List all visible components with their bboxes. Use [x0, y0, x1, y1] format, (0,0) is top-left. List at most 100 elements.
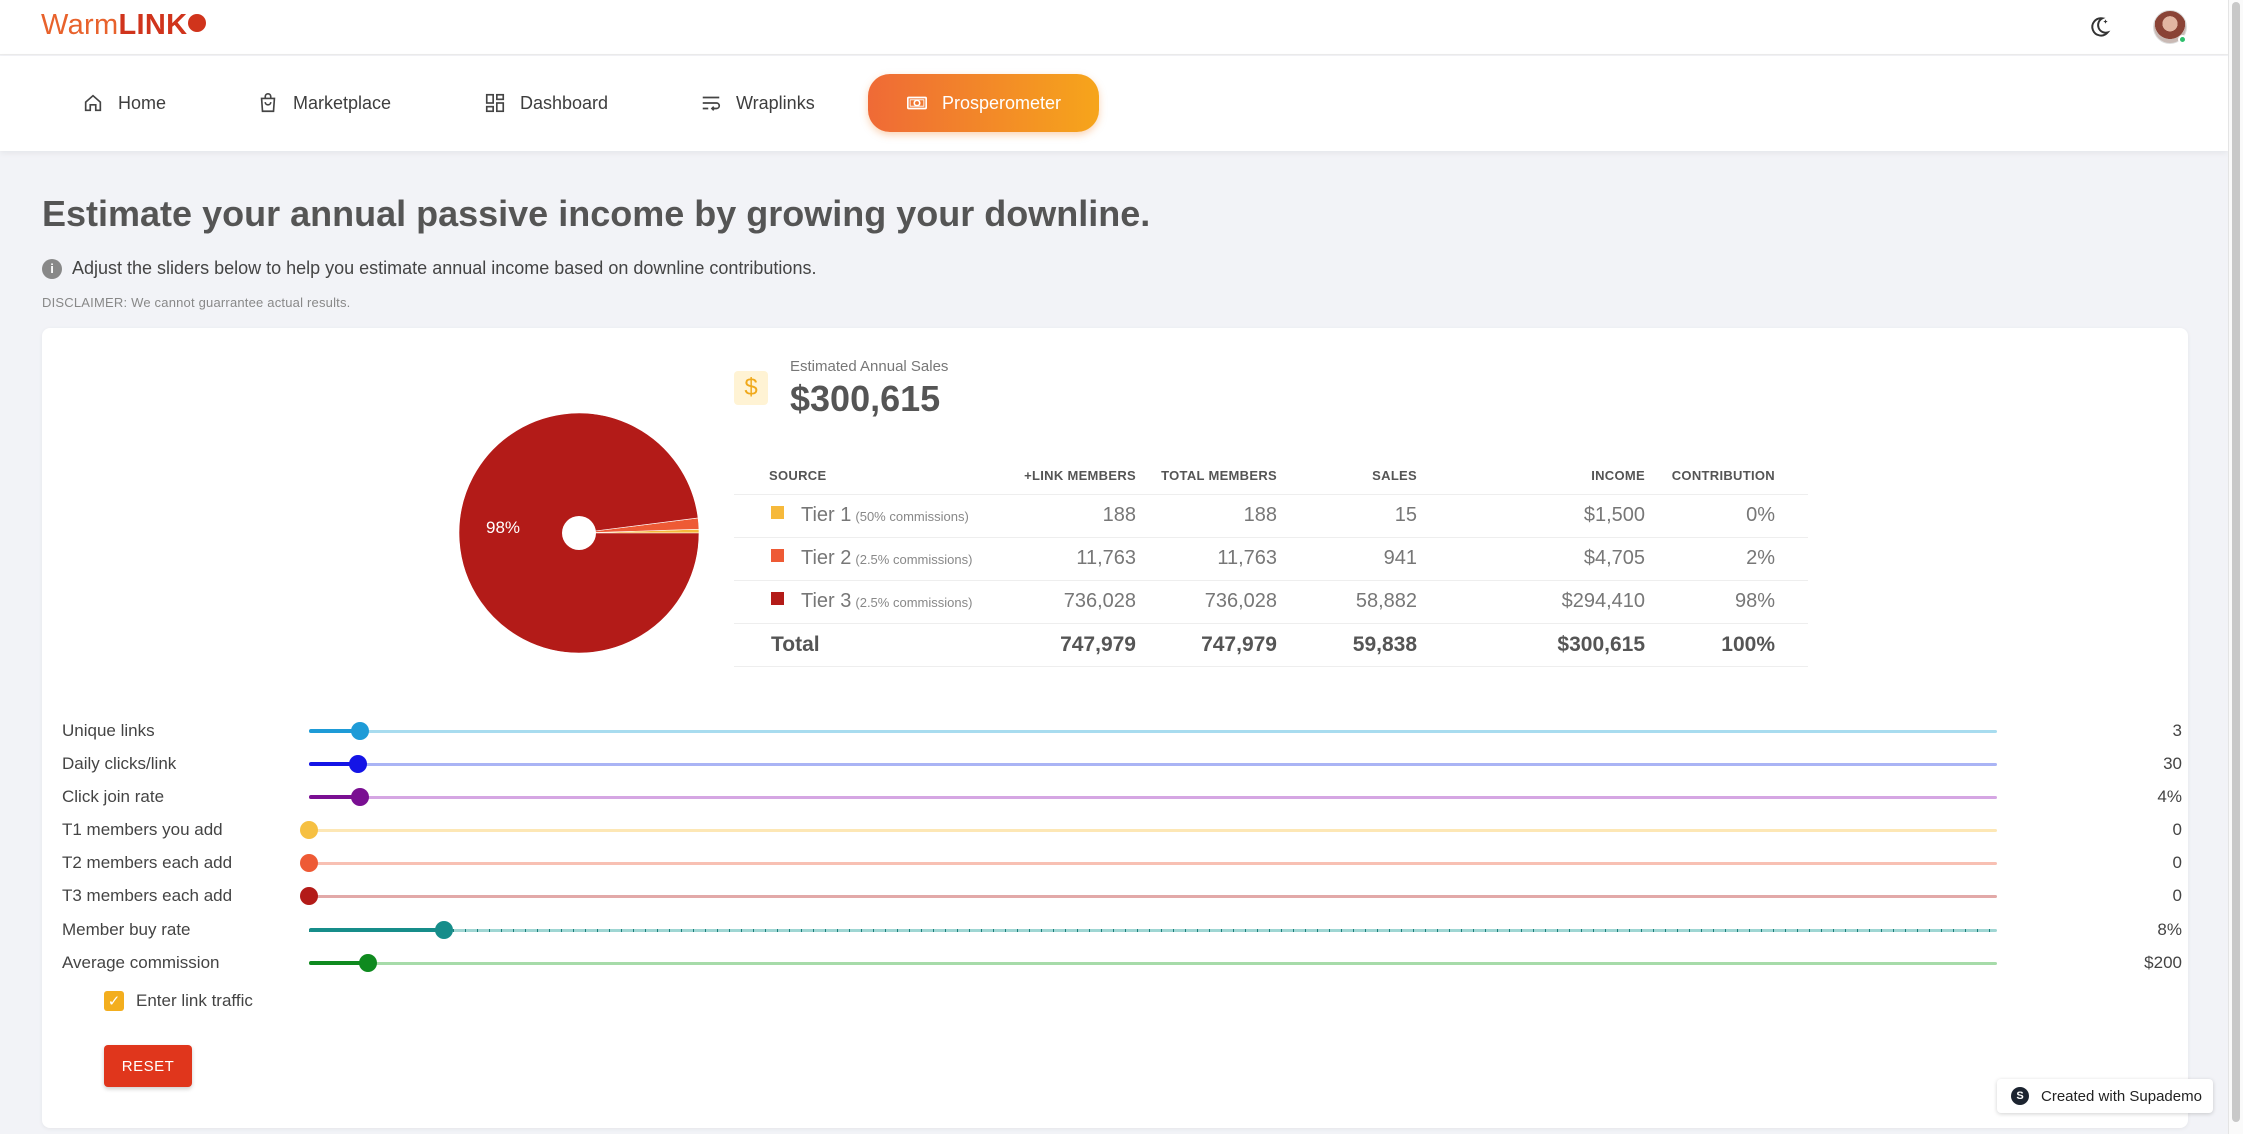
page-title: Estimate your annual passive income by g…: [42, 193, 1151, 234]
tier3-color-swatch: [771, 592, 784, 605]
slider-value: 0: [2172, 820, 2182, 839]
slider-track[interactable]: [309, 730, 1997, 733]
user-avatar[interactable]: [2153, 10, 2187, 44]
online-status-dot: [2178, 35, 2187, 44]
slider-label: Unique links: [62, 721, 155, 740]
estimator-card: 98% $ Estimated Annual Sales $300,615 SO…: [42, 328, 2188, 1128]
cell-total-members: 11,763: [1136, 537, 1277, 581]
col-total-members: TOTAL MEMBERS: [1136, 458, 1277, 495]
cell-link-members: 188: [989, 494, 1136, 538]
supademo-logo-icon: S: [2011, 1087, 2029, 1105]
slider-value: $200: [2144, 953, 2182, 972]
slider-thumb[interactable]: [348, 755, 367, 773]
row-source: Tier 3 (2.5% commissions): [734, 580, 989, 624]
cell-link-members: 11,763: [989, 537, 1136, 581]
cell-income: $1,500: [1417, 494, 1645, 538]
slider-track[interactable]: [309, 796, 1997, 799]
total-sales: 59,838: [1277, 623, 1417, 667]
cell-link-members: 736,028: [989, 580, 1136, 624]
nav-home[interactable]: Home: [82, 74, 166, 132]
cell-contribution: 98%: [1645, 580, 1808, 624]
dark-mode-moon-icon[interactable]: [2086, 14, 2112, 40]
row-source: Tier 1 (50% commissions): [734, 494, 989, 538]
tier1-color-swatch: [771, 506, 784, 519]
nav-home-label: Home: [118, 92, 167, 113]
slider-label: Member buy rate: [62, 920, 191, 939]
slider-value: 30: [2163, 754, 2182, 773]
slider-value: 0: [2172, 853, 2182, 872]
slider-thumb[interactable]: [435, 921, 454, 939]
nav-prosperometer[interactable]: Prosperometer: [868, 74, 1100, 132]
nav-dashboard[interactable]: Dashboard: [484, 74, 608, 132]
cell-total-members: 188: [1136, 494, 1277, 538]
table-row: Tier 2 (2.5% commissions) 11,763 11,763 9…: [734, 537, 1808, 581]
slider-row: Click join rate 4%: [62, 785, 2182, 809]
slider-step-ticks: [309, 929, 1997, 932]
col-source: SOURCE: [734, 458, 989, 495]
wrap-text-icon: [702, 96, 721, 111]
slider-row: T3 members each add 0: [62, 884, 2182, 908]
col-sales: SALES: [1277, 458, 1417, 495]
table-header-row: SOURCE +LINK MEMBERS TOTAL MEMBERS SALES…: [734, 458, 1808, 495]
info-icon: i: [42, 258, 62, 279]
slider-row: T1 members you add 0: [62, 818, 2182, 842]
slider-thumb[interactable]: [300, 821, 318, 839]
slider-track[interactable]: [309, 763, 1997, 766]
slider-label: Average commission: [62, 953, 220, 972]
total-income: $300,615: [1417, 623, 1645, 667]
page-scrollbar[interactable]: [2228, 0, 2243, 1134]
scrollbar-thumb[interactable]: [2232, 2, 2240, 1122]
slider-row: Average commission $200: [62, 951, 2182, 975]
col-contribution: CONTRIBUTION: [1645, 458, 1808, 495]
slider-thumb[interactable]: [350, 722, 369, 740]
contribution-pie-chart: 98%: [454, 408, 704, 658]
cell-sales: 15: [1277, 494, 1417, 538]
nav-wraplinks[interactable]: Wraplinks: [700, 74, 815, 132]
slider-row: T2 members each add 0: [62, 851, 2182, 875]
slider-track[interactable]: [309, 829, 1997, 832]
slider-label: T1 members you add: [62, 820, 223, 839]
income-table: SOURCE +LINK MEMBERS TOTAL MEMBERS SALES…: [734, 458, 1808, 667]
slider-fill: [309, 928, 445, 932]
estimated-sales-value: $300,615: [790, 378, 941, 419]
disclaimer: DISCLAIMER: We cannot guarrantee actual …: [42, 295, 351, 310]
info-message: i Adjust the sliders below to help you e…: [42, 258, 816, 279]
supademo-badge[interactable]: S Created with Supademo: [1997, 1079, 2213, 1113]
slider-value: 4%: [2157, 787, 2182, 806]
slider-thumb[interactable]: [359, 954, 378, 972]
slider-row: Daily clicks/link 30: [62, 752, 2182, 776]
slider-thumb[interactable]: [300, 887, 318, 905]
slider-label: Click join rate: [62, 787, 165, 806]
slider-value: 0: [2172, 886, 2182, 905]
supademo-label: Created with Supademo: [2041, 1087, 2202, 1105]
warmlink-logo[interactable]: WarmLINK: [41, 9, 207, 42]
table-row: Tier 3 (2.5% commissions) 736,028 736,028…: [734, 580, 1808, 624]
total-total-members: 747,979: [1136, 623, 1277, 667]
table-total-row: Total 747,979 747,979 59,838 $300,615 10…: [734, 623, 1808, 667]
estimated-sales-label: Estimated Annual Sales: [790, 358, 949, 375]
checkbox-label: Enter link traffic: [136, 991, 253, 1010]
cell-income: $4,705: [1417, 537, 1645, 581]
reset-button[interactable]: RESET: [104, 1045, 192, 1087]
checkbox-checked-icon[interactable]: ✓: [104, 991, 124, 1011]
dollar-icon: $: [734, 371, 768, 405]
nav-marketplace[interactable]: Marketplace: [257, 74, 391, 132]
cell-sales: 58,882: [1277, 580, 1417, 624]
cell-total-members: 736,028: [1136, 580, 1277, 624]
shopping-bag-icon: [260, 93, 276, 113]
total-link-members: 747,979: [989, 623, 1136, 667]
enter-link-traffic-option[interactable]: ✓ Enter link traffic: [104, 991, 253, 1011]
slider-track[interactable]: [309, 862, 1997, 865]
table-row: Tier 1 (50% commissions) 188 188 15 $1,50…: [734, 494, 1808, 538]
col-income: INCOME: [1417, 458, 1645, 495]
nav-prosperometer-label: Prosperometer: [942, 92, 1062, 113]
nav-dashboard-label: Dashboard: [520, 92, 609, 113]
row-source: Tier 2 (2.5% commissions): [734, 537, 989, 581]
logo-o-icon: [188, 14, 207, 32]
slider-thumb[interactable]: [300, 854, 318, 872]
slider-thumb[interactable]: [350, 788, 369, 806]
slider-track[interactable]: [309, 962, 1997, 965]
slider-track[interactable]: [309, 895, 1997, 898]
slider-value: 8%: [2157, 920, 2182, 939]
cell-contribution: 0%: [1645, 494, 1808, 538]
